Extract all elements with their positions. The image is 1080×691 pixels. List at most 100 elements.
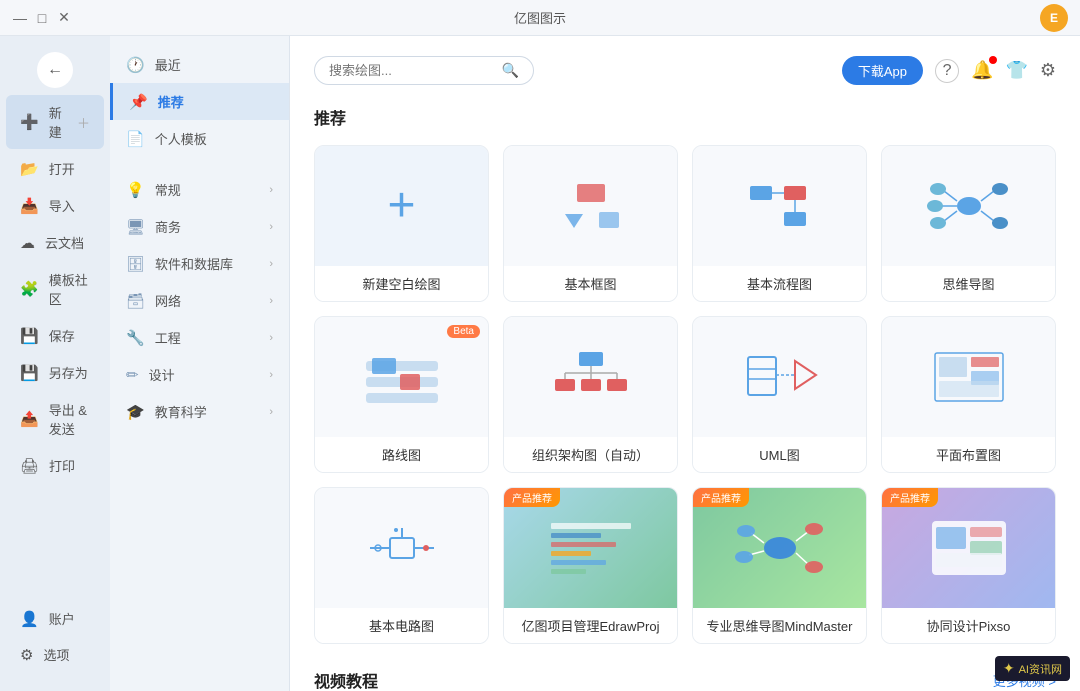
template-mindmaster[interactable]: 产品推荐 专业思维导图MindMaster: [692, 487, 867, 644]
app-title: 亿图图示: [514, 8, 566, 27]
notification-button[interactable]: 🔔: [971, 60, 993, 81]
education-icon: 🎓: [126, 403, 145, 421]
template-circuit[interactable]: 基本电路图: [314, 487, 489, 644]
search-box[interactable]: 🔍: [314, 56, 534, 85]
chevron-right-icon4: ›: [269, 295, 273, 307]
nav-new[interactable]: ➕ 新建 ＋: [6, 95, 104, 149]
route-svg: [362, 347, 442, 407]
nav-community-label: 模板社区: [49, 270, 90, 308]
nav-save[interactable]: 💾 保存: [6, 318, 104, 353]
mid-sidebar: 🕐 最近 📌 推荐 📄 个人模板 💡 常规 › 🖥 商务 › 🗄 软件和数据库 …: [110, 36, 290, 691]
mindmaster-preview-svg: [735, 513, 825, 583]
product-badge-pixso: 产品推荐: [882, 488, 938, 507]
template-basic-flow-label: 基本流程图: [693, 266, 866, 301]
mid-nav-engineering[interactable]: 🔧 工程 ›: [110, 319, 289, 356]
template-pixso[interactable]: 产品推荐 协同设计Pixso: [881, 487, 1056, 644]
general-icon: 💡: [126, 181, 145, 199]
template-pixso-thumb: 产品推荐: [882, 488, 1055, 608]
mid-nav-personal-label: 个人模板: [155, 129, 207, 148]
minimize-button[interactable]: —: [12, 10, 28, 26]
template-mindmaster-thumb: 产品推荐: [693, 488, 866, 608]
chevron-right-icon6: ›: [269, 369, 273, 381]
search-input[interactable]: [329, 63, 494, 78]
window-titlebar: — □ ✕ 亿图图示 E: [0, 0, 1080, 36]
clock-icon: 🕐: [126, 56, 145, 74]
nav-account[interactable]: 👤 账户: [6, 601, 104, 636]
nav-community[interactable]: 🧩 模板社区: [6, 262, 104, 316]
mid-nav-design[interactable]: ✏ 设计 ›: [110, 356, 289, 393]
mid-nav-software-db[interactable]: 🗄 软件和数据库 ›: [110, 245, 289, 282]
close-button[interactable]: ✕: [56, 10, 72, 26]
template-edrawproj-thumb: 产品推荐: [504, 488, 677, 608]
video-section-header: 视频教程 更多视频 >: [314, 668, 1056, 691]
uml-svg: [740, 347, 820, 407]
notification-badge: [989, 56, 997, 64]
nav-open-label: 打开: [49, 159, 75, 178]
nav-save-label: 保存: [49, 326, 75, 345]
nav-export[interactable]: 📤 导出 & 发送: [6, 392, 104, 446]
mid-nav-business[interactable]: 🖥 商务 ›: [110, 208, 289, 245]
search-icon: 🔍: [502, 62, 519, 79]
nav-account-label: 账户: [49, 609, 75, 628]
template-route[interactable]: Beta 路线图: [314, 316, 489, 473]
help-button[interactable]: ?: [935, 59, 959, 83]
product-badge-mindmaster: 产品推荐: [693, 488, 749, 507]
nav-cloud-label: 云文档: [45, 233, 84, 252]
user-avatar[interactable]: E: [1040, 4, 1068, 32]
nav-saveas[interactable]: 💾 另存为: [6, 355, 104, 390]
template-uml-label: UML图: [693, 437, 866, 472]
db-icon: 🗄: [126, 255, 145, 273]
nav-options-label: 选项: [43, 645, 69, 664]
recommend-title: 推荐: [314, 105, 1056, 129]
template-pixso-label: 协同设计Pixso: [882, 608, 1055, 643]
left-sidebar: ← ➕ 新建 ＋ 📂 打开 📥 导入 ☁ 云文档 🧩 模板社区 💾 保存 💾: [0, 36, 110, 691]
template-layout[interactable]: 平面布置图: [881, 316, 1056, 473]
template-new-blank[interactable]: + 新建空白绘图: [314, 145, 489, 302]
nav-new-label: 新建: [49, 103, 73, 141]
network-icon: 🗃: [126, 292, 145, 310]
maximize-button[interactable]: □: [34, 10, 50, 26]
nav-cloud[interactable]: ☁ 云文档: [6, 225, 104, 260]
layout-svg: [929, 347, 1009, 407]
template-uml[interactable]: UML图: [692, 316, 867, 473]
template-route-thumb: Beta: [315, 317, 488, 437]
template-org-auto-label: 组织架构图（自动）: [504, 437, 677, 472]
mid-nav-general[interactable]: 💡 常规 ›: [110, 171, 289, 208]
nav-print[interactable]: 🖨 打印: [6, 448, 104, 483]
mid-nav-business-label: 商务: [155, 217, 181, 236]
template-mindmap-label: 思维导图: [882, 266, 1055, 301]
nav-open[interactable]: 📂 打开: [6, 151, 104, 186]
template-basic-frame[interactable]: 基本框图: [503, 145, 678, 302]
nav-import[interactable]: 📥 导入: [6, 188, 104, 223]
circuit-svg: [362, 518, 442, 578]
template-layout-label: 平面布置图: [882, 437, 1055, 472]
template-basic-frame-label: 基本框图: [504, 266, 677, 301]
mid-nav-education[interactable]: 🎓 教育科学 ›: [110, 393, 289, 430]
back-button[interactable]: ←: [37, 52, 73, 88]
content-topbar: 🔍 下载App ? 🔔 👕 ⚙: [314, 56, 1056, 85]
mid-nav-software-db-label: 软件和数据库: [155, 254, 233, 273]
settings-button[interactable]: ⚙: [1040, 60, 1056, 81]
watermark-star-icon: ✦: [1003, 660, 1015, 677]
template-basic-flow-thumb: [693, 146, 866, 266]
nav-import-label: 导入: [49, 196, 75, 215]
mid-nav-network[interactable]: 🗃 网络 ›: [110, 282, 289, 319]
download-app-button[interactable]: 下载App: [842, 56, 923, 85]
mid-nav-recent[interactable]: 🕐 最近: [110, 46, 289, 83]
product-badge-edrawproj: 产品推荐: [504, 488, 560, 507]
template-new-blank-label: 新建空白绘图: [315, 266, 488, 301]
mid-nav-personal[interactable]: 📄 个人模板: [110, 120, 289, 157]
template-org-auto[interactable]: 组织架构图（自动）: [503, 316, 678, 473]
mid-nav-education-label: 教育科学: [155, 402, 207, 421]
content-area: 🔍 下载App ? 🔔 👕 ⚙ 推荐 + 新建空白绘图: [290, 36, 1080, 691]
mid-nav-recommend[interactable]: 📌 推荐: [110, 83, 289, 120]
template-edrawproj[interactable]: 产品推荐 亿图项目管理EdrawProj: [503, 487, 678, 644]
template-basic-flow[interactable]: 基本流程图: [692, 145, 867, 302]
mid-nav-recommend-label: 推荐: [158, 92, 184, 111]
chevron-right-icon: ›: [269, 184, 273, 196]
design-icon: ✏: [126, 366, 139, 384]
template-mindmap[interactable]: 思维导图: [881, 145, 1056, 302]
theme-button[interactable]: 👕: [1005, 60, 1027, 81]
template-mindmap-thumb: [882, 146, 1055, 266]
nav-options[interactable]: ⚙ 选项: [6, 637, 104, 672]
